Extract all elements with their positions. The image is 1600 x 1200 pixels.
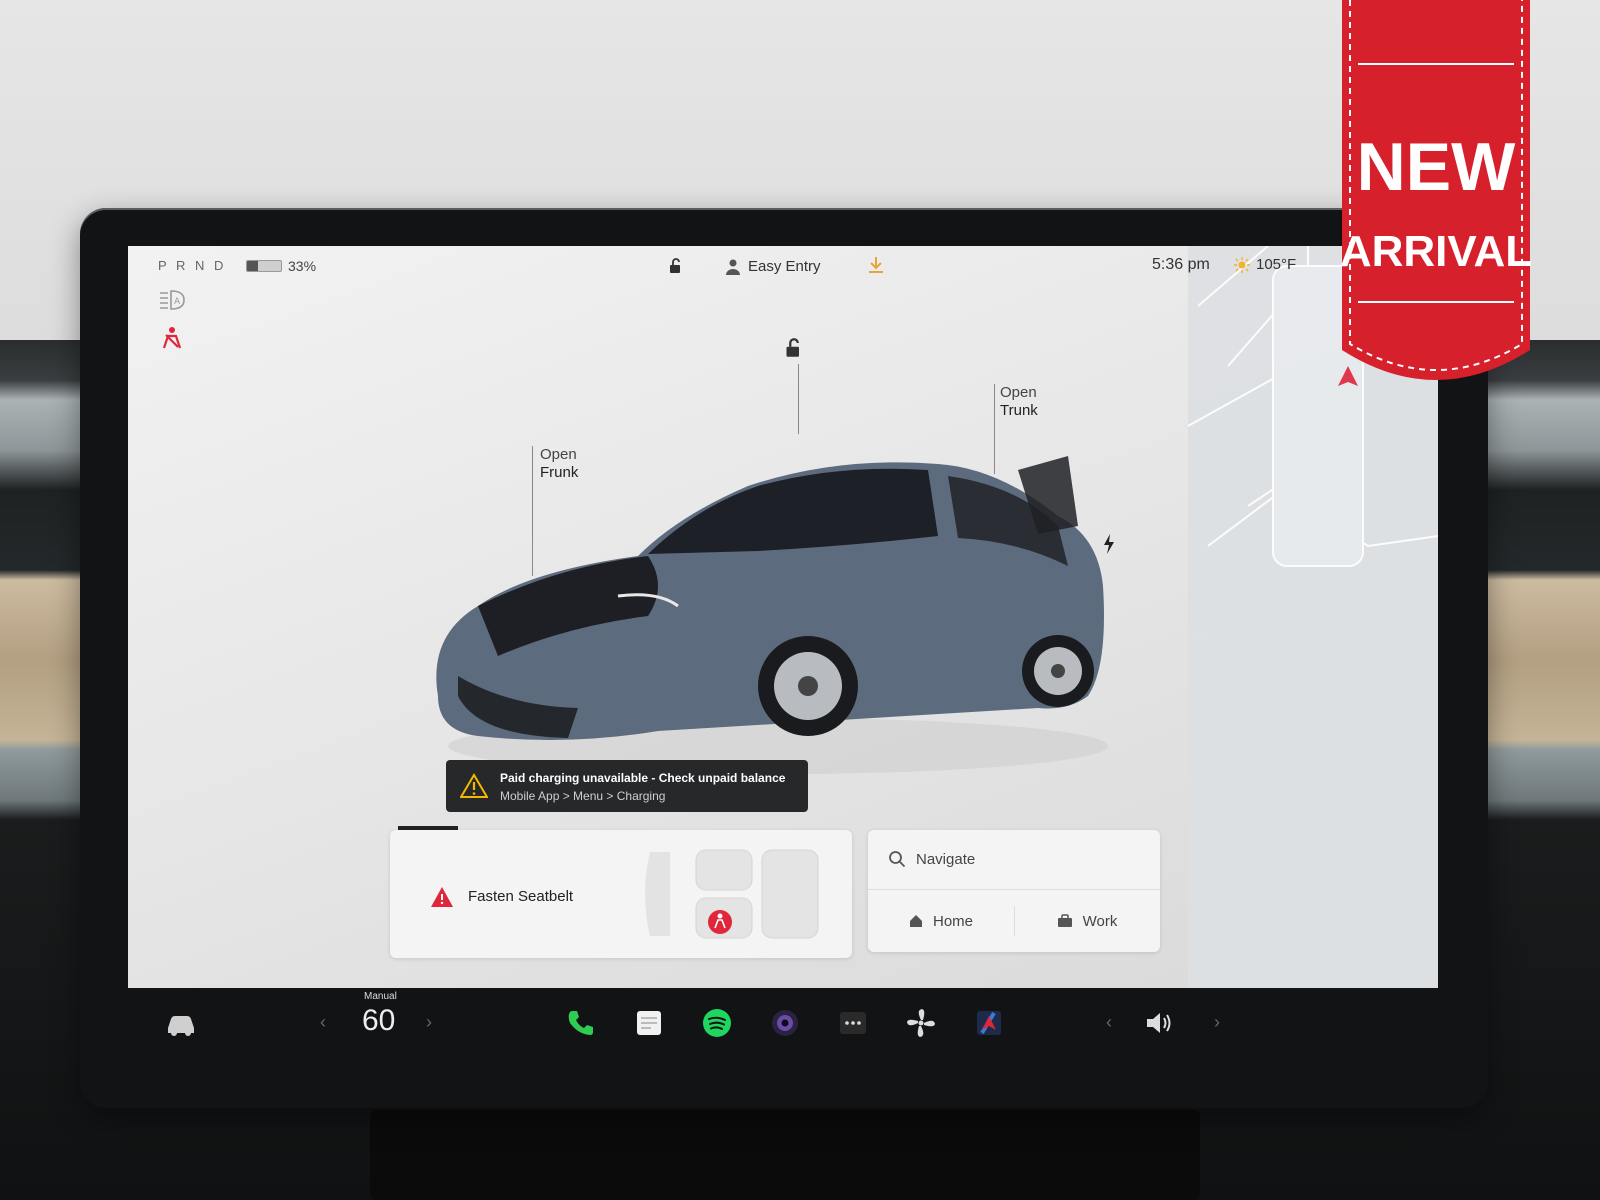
status-bar: P R N D 33% Easy Entry 5:36 pm 105°F — [128, 246, 1438, 286]
car-icon[interactable] — [164, 1006, 198, 1040]
work-label: Work — [1082, 912, 1118, 930]
speed-mode-label: Manual — [364, 991, 397, 1002]
battery-icon — [246, 260, 282, 272]
open-trunk-button[interactable]: Open Trunk — [1000, 384, 1038, 420]
touchscreen: P R N D 33% Easy Entry 5:36 pm 105°F A O… — [128, 246, 1438, 988]
profile-label: Easy Entry — [748, 258, 821, 275]
badge-line2: ARRIVAL — [1340, 227, 1532, 276]
alert-triangle-icon — [431, 887, 453, 907]
speed-setting: 60 — [362, 1004, 396, 1037]
phone-icon[interactable] — [564, 1006, 598, 1040]
seatbelt-card[interactable]: Fasten Seatbelt — [390, 830, 852, 958]
temperature: 105°F — [1256, 256, 1297, 273]
battery-fill — [247, 261, 259, 271]
home-label: Home — [932, 912, 973, 930]
volume-icon[interactable] — [1142, 1006, 1176, 1040]
volume-down-chevron[interactable]: ‹ — [1106, 1012, 1112, 1033]
taskbar: ‹ Manual 60 › ‹ › — [128, 988, 1438, 1058]
navigation-card: Navigate Home Work — [868, 830, 1160, 952]
person-icon — [726, 259, 740, 275]
volume-up-chevron[interactable]: › — [1214, 1012, 1220, 1033]
seatbelt-label: Fasten Seatbelt — [468, 888, 574, 905]
door-unlock-icon[interactable] — [784, 338, 804, 358]
trunk-line1: Open — [1000, 384, 1037, 401]
navigate-placeholder: Navigate — [916, 851, 976, 868]
trunk-line2: Trunk — [1000, 402, 1038, 419]
clock: 5:36 pm — [1152, 256, 1210, 273]
briefcase-icon — [1057, 914, 1072, 927]
seatbelt-warning-icon — [162, 327, 182, 349]
spotify-icon[interactable] — [700, 1006, 734, 1040]
vehicle-model[interactable] — [418, 446, 1118, 786]
driver-profile-button[interactable]: Easy Entry — [726, 258, 821, 275]
work-button[interactable]: Work — [1014, 890, 1160, 952]
calendar-icon[interactable] — [632, 1006, 666, 1040]
more-apps-icon[interactable] — [836, 1006, 870, 1040]
software-update-icon[interactable] — [868, 256, 884, 274]
home-icon — [909, 915, 922, 927]
center-console — [370, 1110, 1200, 1200]
toast-title: Paid charging unavailable - Check unpaid… — [500, 771, 786, 785]
fan-icon[interactable] — [904, 1006, 938, 1040]
warning-icon — [460, 773, 488, 798]
unlock-icon[interactable] — [668, 258, 684, 274]
sun-icon — [1234, 256, 1250, 273]
speed-up-chevron[interactable]: › — [426, 1012, 432, 1033]
callout-line — [798, 364, 799, 434]
camera-icon[interactable] — [768, 1006, 802, 1040]
toast-subtitle: Mobile App > Menu > Charging — [500, 789, 666, 803]
gear-indicator: P R N D — [158, 258, 227, 273]
svg-text:A: A — [174, 297, 181, 307]
navigation-app-icon[interactable] — [972, 1006, 1006, 1040]
battery-percent: 33% — [288, 258, 317, 274]
search-icon — [889, 851, 906, 868]
auto-headlights-icon: A — [160, 290, 185, 310]
badge-line1: NEW — [1357, 129, 1516, 205]
navigate-search-bar[interactable]: Navigate — [868, 830, 1160, 890]
home-button[interactable]: Home — [868, 890, 1014, 952]
weather-readout: 105°F — [1234, 256, 1296, 273]
seat-occupancy-diagram — [645, 849, 819, 939]
new-arrival-badge: NEW ARRIVAL — [1340, 0, 1532, 380]
speed-down-chevron[interactable]: ‹ — [320, 1012, 326, 1033]
charging-alert-toast[interactable]: Paid charging unavailable - Check unpaid… — [446, 760, 808, 812]
